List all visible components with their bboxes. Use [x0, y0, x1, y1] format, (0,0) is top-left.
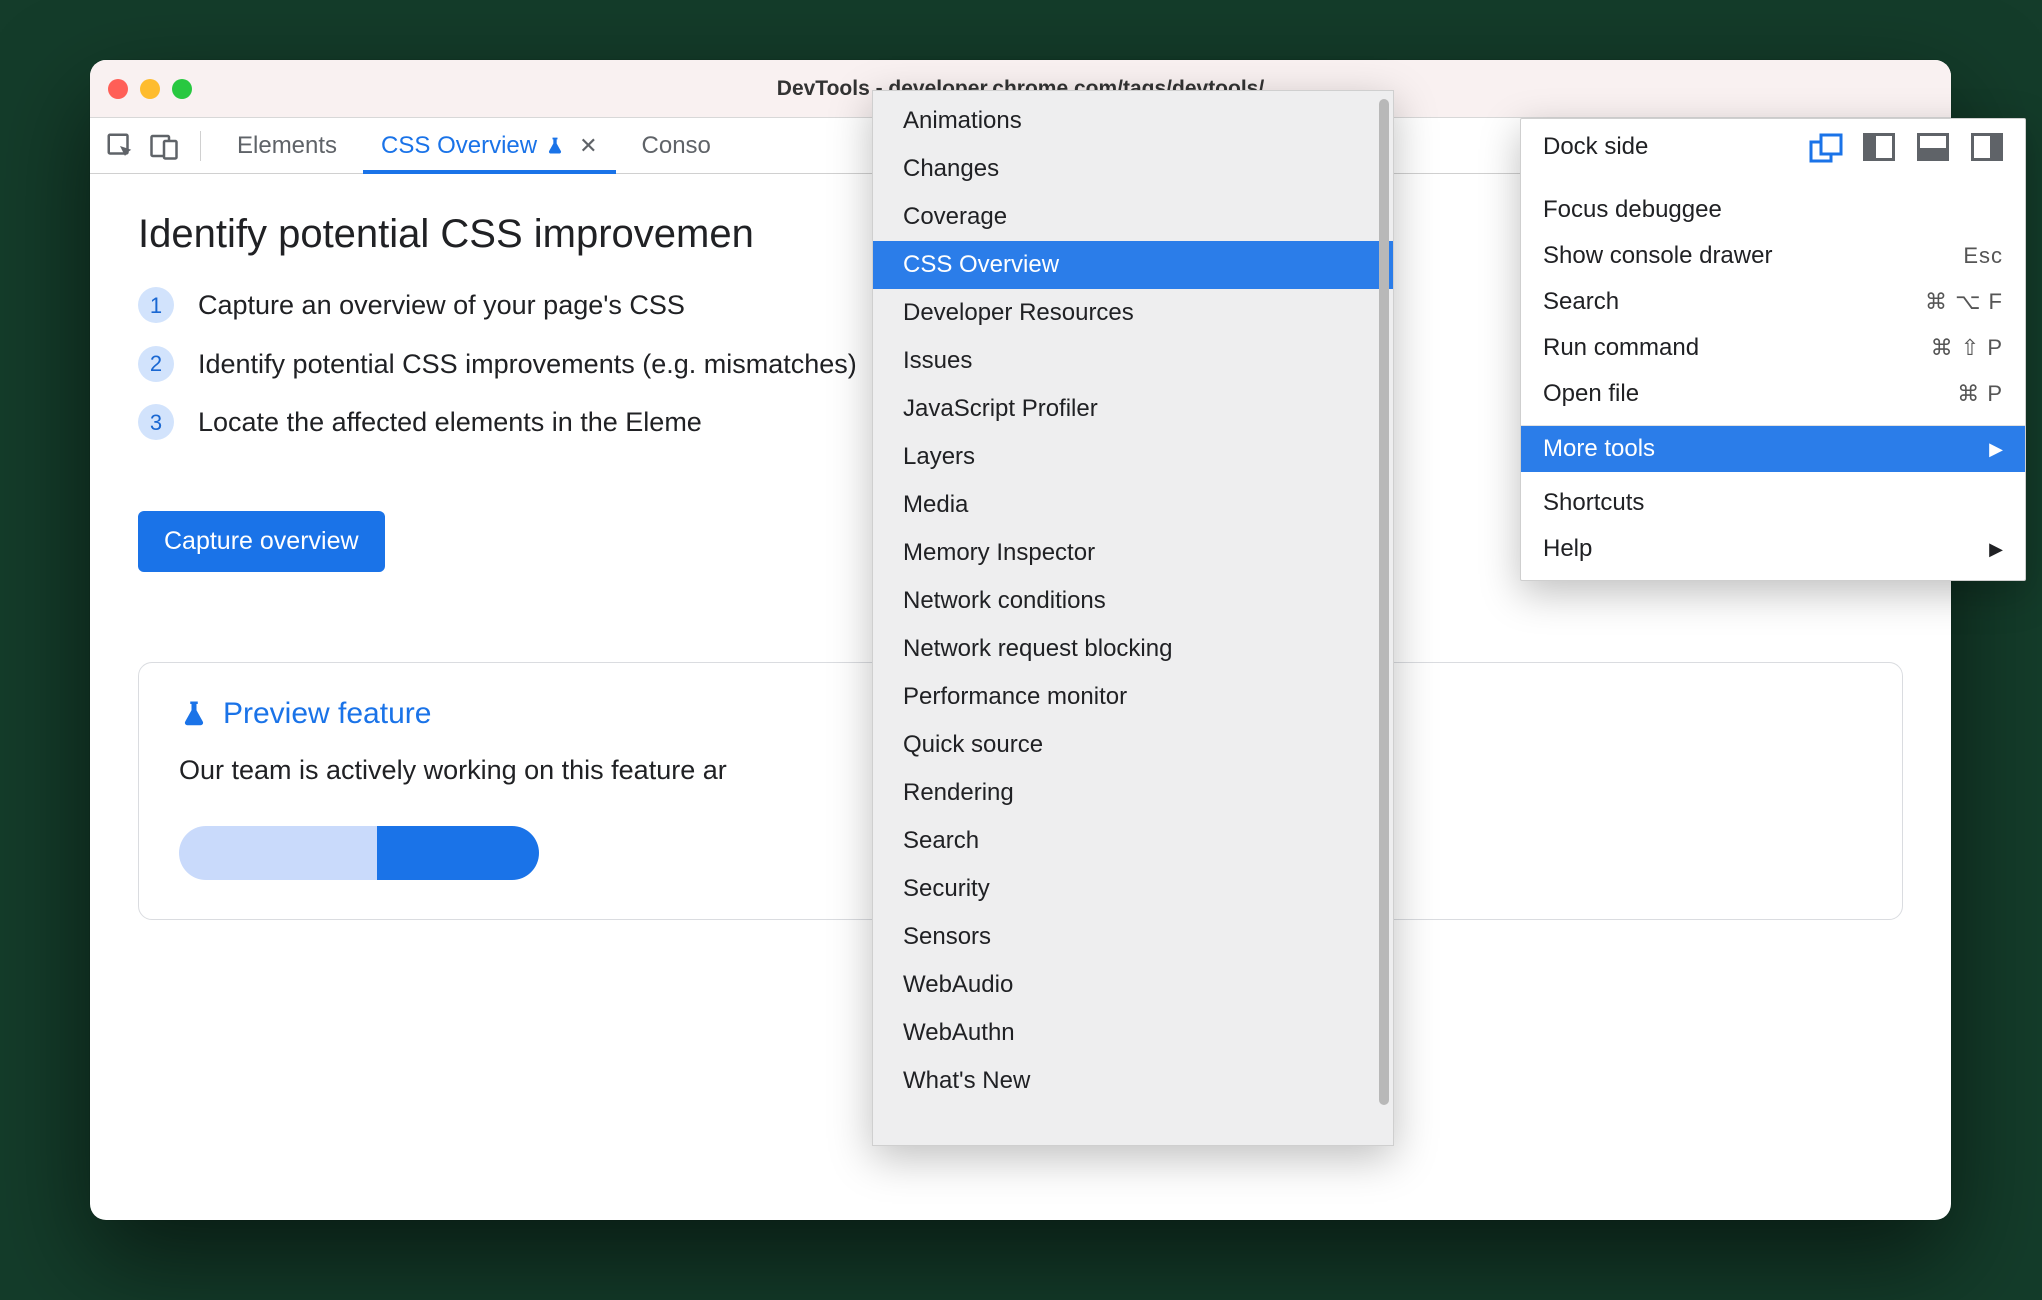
submenu-item[interactable]: Network conditions: [873, 577, 1393, 625]
menu-shortcut: Esc: [1963, 243, 2003, 269]
step-number: 1: [138, 287, 174, 323]
close-icon[interactable]: ✕: [579, 133, 597, 159]
submenu-item[interactable]: Sensors: [873, 913, 1393, 961]
submenu-item[interactable]: Quick source: [873, 721, 1393, 769]
menu-label: Show console drawer: [1543, 242, 1772, 270]
submenu-item[interactable]: Issues: [873, 337, 1393, 385]
close-window-button[interactable]: [108, 79, 128, 99]
submenu-item[interactable]: Animations: [873, 97, 1393, 145]
dock-undock-icon[interactable]: [1809, 133, 1841, 161]
submenu-item[interactable]: Performance monitor: [873, 673, 1393, 721]
submenu-item[interactable]: Search: [873, 817, 1393, 865]
preview-title: Preview feature: [223, 697, 431, 731]
submenu-item[interactable]: WebAuthn: [873, 1009, 1393, 1057]
dock-side-label: Dock side: [1543, 133, 1648, 161]
submenu-item[interactable]: Rendering: [873, 769, 1393, 817]
toolbar-divider: [200, 131, 201, 161]
menu-shortcut: ⌘ ⇧ P: [1931, 335, 2003, 361]
submenu-item[interactable]: WebAudio: [873, 961, 1393, 1009]
submenu-item[interactable]: Developer Resources: [873, 289, 1393, 337]
menu-label: More tools: [1543, 435, 1655, 463]
menu-label: Focus debuggee: [1543, 196, 1722, 224]
settings-menu: Dock side Focus debuggee Show console dra…: [1520, 118, 2026, 581]
more-tools-submenu: AnimationsChangesCoverageCSS OverviewDev…: [872, 90, 1394, 1146]
tab-elements[interactable]: Elements: [219, 118, 355, 174]
menu-label: Search: [1543, 288, 1619, 316]
menu-item[interactable]: Help ▶: [1521, 526, 2025, 572]
menu-item[interactable]: Open file ⌘ P: [1521, 371, 2025, 417]
step-text: Capture an overview of your page's CSS: [198, 285, 685, 326]
submenu-item[interactable]: Changes: [873, 145, 1393, 193]
zoom-window-button[interactable]: [172, 79, 192, 99]
submenu-item[interactable]: Security: [873, 865, 1393, 913]
inspect-icon[interactable]: [102, 128, 138, 164]
tab-console-truncated[interactable]: Conso: [624, 118, 729, 174]
minimize-window-button[interactable]: [140, 79, 160, 99]
dock-right-icon[interactable]: [1971, 133, 2003, 161]
submenu-item[interactable]: Media: [873, 481, 1393, 529]
menu-more-tools[interactable]: More tools ▶: [1521, 426, 2025, 472]
flask-icon: [545, 136, 565, 156]
menu-label: Help: [1543, 535, 1592, 563]
tab-label: CSS Overview: [381, 132, 537, 160]
submenu-item[interactable]: Memory Inspector: [873, 529, 1393, 577]
submenu-scrollbar[interactable]: [1379, 99, 1389, 1105]
submenu-item[interactable]: What's New: [873, 1057, 1393, 1105]
chevron-right-icon: ▶: [1989, 539, 2003, 560]
step-number: 3: [138, 404, 174, 440]
tab-css-overview[interactable]: CSS Overview ✕: [363, 118, 615, 174]
tab-label: Conso: [642, 132, 711, 160]
menu-shortcut: ⌘ P: [1957, 381, 2003, 407]
menu-item[interactable]: Search ⌘ ⌥ F: [1521, 279, 2025, 325]
traffic-lights: [108, 79, 192, 99]
menu-item[interactable]: Run command ⌘ ⇧ P: [1521, 325, 2025, 371]
flask-icon: [179, 699, 209, 729]
submenu-item[interactable]: JavaScript Profiler: [873, 385, 1393, 433]
tab-label: Elements: [237, 132, 337, 160]
menu-item[interactable]: Show console drawer Esc: [1521, 233, 2025, 279]
step-text: Locate the affected elements in the Elem…: [198, 402, 702, 443]
menu-shortcut: ⌘ ⌥ F: [1925, 289, 2003, 315]
capture-overview-button[interactable]: Capture overview: [138, 511, 385, 572]
menu-label: Run command: [1543, 334, 1699, 362]
dock-side-row: Dock side: [1521, 119, 2025, 179]
menu-label: Shortcuts: [1543, 489, 1644, 517]
submenu-item[interactable]: CSS Overview: [873, 241, 1393, 289]
dock-bottom-icon[interactable]: [1917, 133, 1949, 161]
submenu-item[interactable]: Coverage: [873, 193, 1393, 241]
submenu-item[interactable]: Network request blocking: [873, 625, 1393, 673]
step-number: 2: [138, 346, 174, 382]
menu-item[interactable]: Shortcuts: [1521, 480, 2025, 526]
submenu-item[interactable]: Layers: [873, 433, 1393, 481]
chevron-right-icon: ▶: [1989, 439, 2003, 460]
menu-label: Open file: [1543, 380, 1639, 408]
dock-left-icon[interactable]: [1863, 133, 1895, 161]
step-text: Identify potential CSS improvements (e.g…: [198, 344, 857, 385]
menu-item[interactable]: Focus debuggee: [1521, 187, 2025, 233]
device-toggle-icon[interactable]: [146, 128, 182, 164]
